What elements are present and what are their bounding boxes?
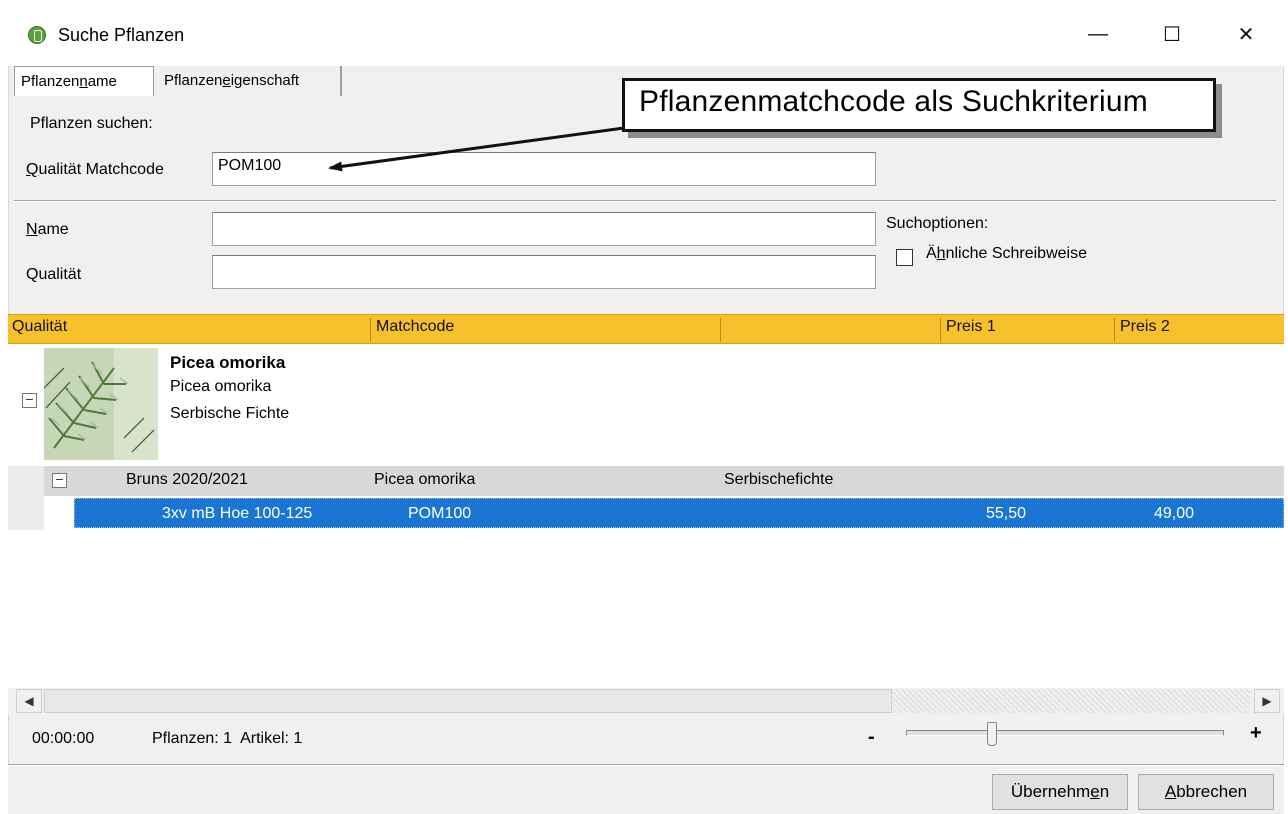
group-catalog: Bruns 2020/2021 <box>126 471 248 488</box>
search-section-label: Pflanzen suchen: <box>30 115 153 132</box>
tab-label: Pflanzenname <box>21 73 117 90</box>
column-divider[interactable] <box>370 318 371 342</box>
minimize-button[interactable]: — <box>1066 14 1130 54</box>
zoom-slider-track[interactable] <box>906 730 1224 736</box>
zoom-out-button[interactable]: - <box>868 726 875 749</box>
plant-name: Picea omorika <box>170 353 286 372</box>
name-input[interactable] <box>212 212 876 246</box>
grid-header <box>8 314 1284 344</box>
collapse-group-icon[interactable]: − <box>52 472 67 488</box>
collapse-plant-icon[interactable]: − <box>22 392 37 408</box>
column-divider[interactable] <box>1114 318 1115 342</box>
apply-button[interactable]: Übernehm e n <box>992 774 1128 810</box>
matchcode-label: Qualität Matchcode <box>26 161 164 178</box>
similar-spelling-checkbox[interactable] <box>896 249 913 266</box>
name-label: Name <box>26 221 69 238</box>
plant-botanical-name: Picea omorika <box>170 378 272 395</box>
group-common: Serbischefichte <box>724 471 834 488</box>
tab-pflanzeneigenschaft[interactable]: Pflanzeneigenschaft <box>158 66 342 96</box>
plant-common-name: Serbische Fichte <box>170 405 290 422</box>
article-price-2: 49,00 <box>1154 505 1195 522</box>
column-header-matchcode[interactable]: Matchcode <box>372 318 454 340</box>
search-options-label: Suchoptionen: <box>886 215 989 232</box>
status-counts: Pflanzen: 1 Artikel: 1 <box>152 730 303 747</box>
app-icon <box>28 26 46 44</box>
spruce-branch-image <box>44 348 158 460</box>
tab-label: Pflanzeneigenschaft <box>164 72 300 89</box>
quality-label: Qualität <box>26 266 82 283</box>
article-quality: 3xv mB Hoe 100-125 <box>162 505 313 522</box>
zoom-slider-thumb[interactable] <box>987 722 997 746</box>
cancel-button[interactable]: Abbrechen <box>1138 774 1274 810</box>
plant-photo <box>44 348 158 460</box>
group-botanical: Picea omorika <box>374 471 476 488</box>
column-header-price-1[interactable]: Preis 1 <box>942 318 996 340</box>
status-time: 00:00:00 <box>32 730 95 747</box>
scrollbar-thumb[interactable] <box>44 689 892 713</box>
scroll-right-icon[interactable]: ▶ <box>1254 689 1280 713</box>
quality-input[interactable] <box>212 255 876 289</box>
article-matchcode: POM100 <box>408 505 472 522</box>
maximize-button[interactable]: ☐ <box>1140 14 1204 54</box>
zoom-in-button[interactable]: + <box>1250 722 1262 745</box>
similar-spelling-label[interactable]: Ähnliche Schreibweise <box>926 245 1087 263</box>
column-divider[interactable] <box>720 318 721 342</box>
column-header-price-2[interactable]: Preis 2 <box>1116 318 1170 340</box>
tree-indent <box>8 466 44 530</box>
column-header-blank[interactable] <box>722 318 726 340</box>
column-header-quality[interactable]: Qualität <box>8 318 67 340</box>
window-title: Suche Pflanzen <box>58 25 185 45</box>
tab-pflanzenname[interactable]: Pflanzenname <box>14 66 154 96</box>
scroll-left-icon[interactable]: ◀ <box>16 689 42 713</box>
close-button[interactable]: ✕ <box>1214 14 1278 54</box>
callout-box: Pflanzenmatchcode als Suchkriterium <box>622 78 1216 132</box>
column-divider[interactable] <box>940 318 941 342</box>
matchcode-input[interactable]: POM100 <box>212 152 876 186</box>
article-price-1: 55,50 <box>986 505 1027 522</box>
divider <box>14 200 1276 202</box>
